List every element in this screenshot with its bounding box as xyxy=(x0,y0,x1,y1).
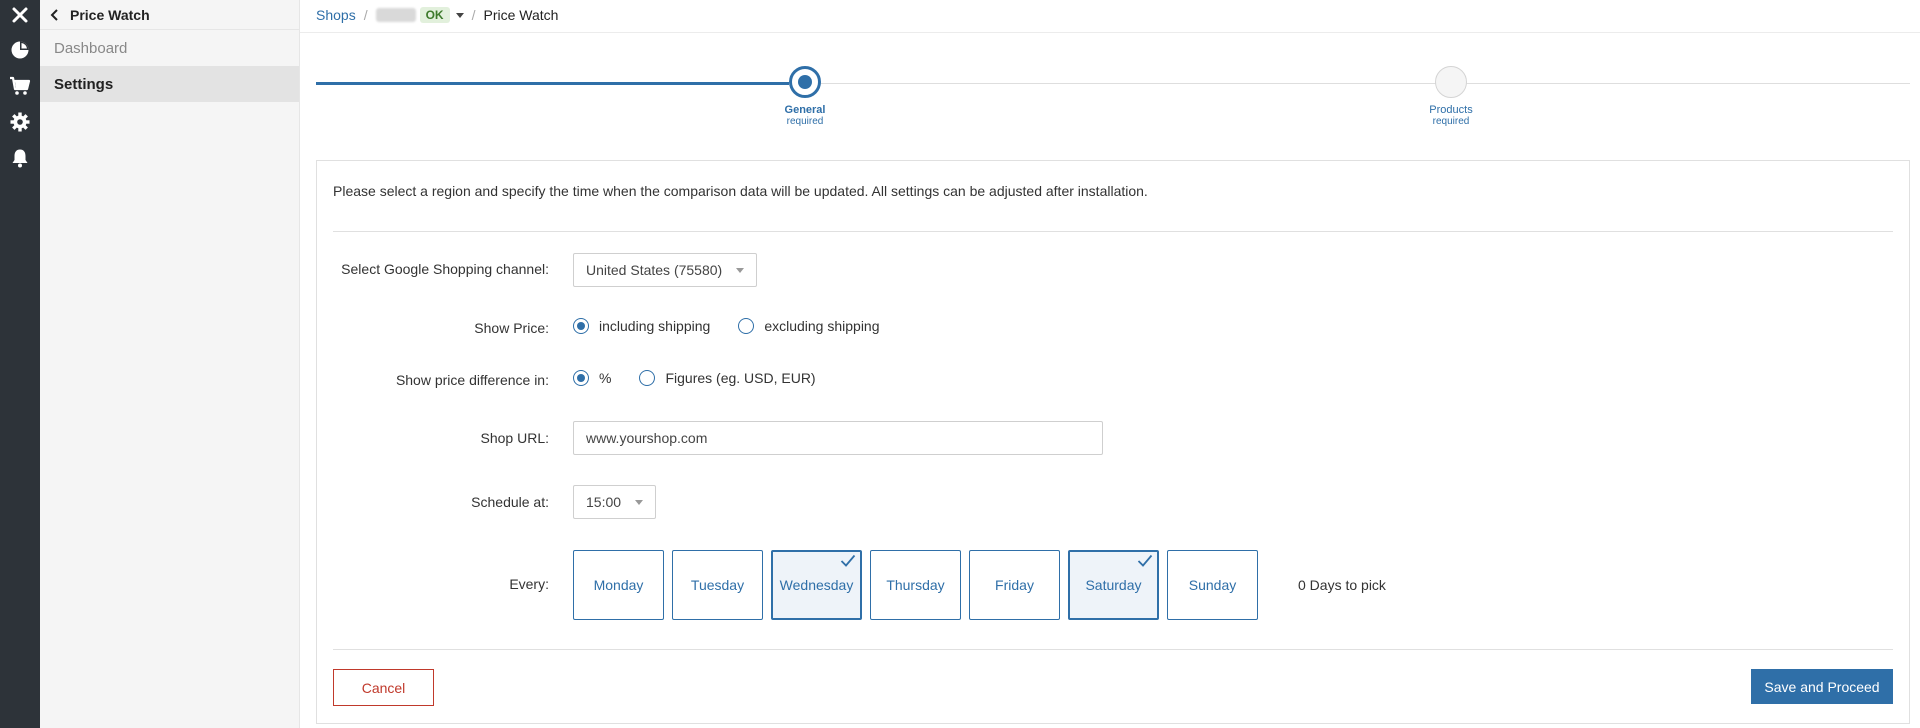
chart-pie-icon[interactable] xyxy=(9,39,31,61)
caret-down-icon xyxy=(736,267,745,273)
sidebar-item-dashboard[interactable]: Dashboard xyxy=(40,30,299,66)
day-friday[interactable]: Friday xyxy=(969,550,1060,620)
day-label: Thursday xyxy=(886,577,945,593)
day-picker: Monday Tuesday Wednesday Thursday Friday… xyxy=(573,550,1386,620)
caret-down-icon xyxy=(455,12,464,18)
every-label: Every: xyxy=(509,576,549,592)
day-saturday[interactable]: Saturday xyxy=(1068,550,1159,620)
cancel-button[interactable]: Cancel xyxy=(333,669,434,706)
check-icon xyxy=(1137,554,1153,570)
radio-including-shipping[interactable]: including shipping xyxy=(573,318,710,334)
divider xyxy=(300,32,1920,33)
day-thursday[interactable]: Thursday xyxy=(870,550,961,620)
day-tuesday[interactable]: Tuesday xyxy=(672,550,763,620)
step-indicator xyxy=(1435,66,1467,98)
day-label: Friday xyxy=(995,577,1034,593)
radio-indicator xyxy=(639,370,656,386)
step-sub: required xyxy=(786,116,824,127)
settings-form: Please select a region and specify the t… xyxy=(316,160,1910,724)
radio-label: Figures (eg. USD, EUR) xyxy=(665,370,816,386)
breadcrumb-shops-link[interactable]: Shops xyxy=(316,7,356,23)
price-diff-label: Show price difference in: xyxy=(395,372,549,388)
day-monday[interactable]: Monday xyxy=(573,550,664,620)
icon-rail xyxy=(0,0,40,728)
step-products[interactable]: Products required xyxy=(1391,66,1511,127)
day-label: Sunday xyxy=(1188,577,1237,593)
wizard-stepper: General required Products required xyxy=(316,60,1910,140)
channel-label: Select Google Shopping channel: xyxy=(341,261,549,277)
breadcrumb-separator: / xyxy=(363,7,368,23)
sidebar: Price Watch Dashboard Settings xyxy=(40,0,300,728)
step-label: Products xyxy=(1429,104,1473,116)
shop-url-label: Shop URL: xyxy=(480,430,549,446)
sidebar-item-label: Dashboard xyxy=(54,39,128,57)
breadcrumb-separator: / xyxy=(471,7,476,23)
save-and-proceed-button[interactable]: Save and Proceed xyxy=(1751,669,1893,704)
radio-label: excluding shipping xyxy=(764,318,880,334)
radio-indicator xyxy=(738,318,755,334)
day-sunday[interactable]: Sunday xyxy=(1167,550,1258,620)
step-general[interactable]: General required xyxy=(745,66,865,127)
breadcrumb-current: Price Watch xyxy=(483,7,559,23)
divider xyxy=(333,649,1893,650)
shop-url-input[interactable] xyxy=(573,421,1103,455)
intro-text: Please select a region and specify the t… xyxy=(333,183,1148,199)
channel-select-value: United States (75580) xyxy=(586,262,723,278)
sidebar-back-label: Price Watch xyxy=(70,6,150,23)
radio-percent[interactable]: % xyxy=(573,370,611,386)
sidebar-item-label: Settings xyxy=(54,75,114,93)
blurred-shop-name xyxy=(375,8,416,22)
radio-indicator xyxy=(573,318,589,334)
main-content: Shops / OK / Price Watch General require… xyxy=(300,0,1920,728)
close-icon[interactable] xyxy=(9,4,31,26)
sidebar-back-link[interactable]: Price Watch xyxy=(40,0,299,30)
stepper-track-pending xyxy=(819,83,1910,84)
step-indicator xyxy=(789,66,821,98)
day-label: Tuesday xyxy=(690,577,745,593)
status-badge: OK xyxy=(419,7,450,23)
step-label: General xyxy=(784,104,826,116)
day-label: Saturday xyxy=(1085,577,1142,593)
chevron-left-icon xyxy=(50,8,70,21)
radio-label: including shipping xyxy=(599,318,711,334)
day-wednesday[interactable]: Wednesday xyxy=(771,550,862,620)
days-to-pick-note: 0 Days to pick xyxy=(1298,577,1386,593)
radio-figures[interactable]: Figures (eg. USD, EUR) xyxy=(639,370,816,386)
step-sub: required xyxy=(1432,116,1470,127)
sidebar-item-settings[interactable]: Settings xyxy=(40,66,299,102)
schedule-label: Schedule at: xyxy=(471,494,549,510)
radio-label: % xyxy=(599,370,612,386)
schedule-select[interactable]: 15:00 xyxy=(573,485,657,519)
day-label: Wednesday xyxy=(779,577,854,593)
breadcrumb: Shops / OK / Price Watch xyxy=(316,0,558,30)
divider xyxy=(333,231,1893,232)
caret-down-icon xyxy=(635,499,644,505)
radio-excluding-shipping[interactable]: excluding shipping xyxy=(738,318,880,334)
cart-icon[interactable] xyxy=(9,75,31,97)
gear-icon[interactable] xyxy=(9,111,31,133)
day-label: Monday xyxy=(593,577,644,593)
show-price-label: Show Price: xyxy=(474,320,549,336)
check-icon xyxy=(840,554,856,570)
radio-indicator xyxy=(573,370,589,386)
breadcrumb-shop-selector[interactable]: OK xyxy=(375,7,464,23)
channel-select[interactable]: United States (75580) xyxy=(573,253,758,287)
bell-icon[interactable] xyxy=(9,147,31,169)
schedule-select-value: 15:00 xyxy=(586,494,622,510)
stepper-track-complete xyxy=(316,82,789,85)
